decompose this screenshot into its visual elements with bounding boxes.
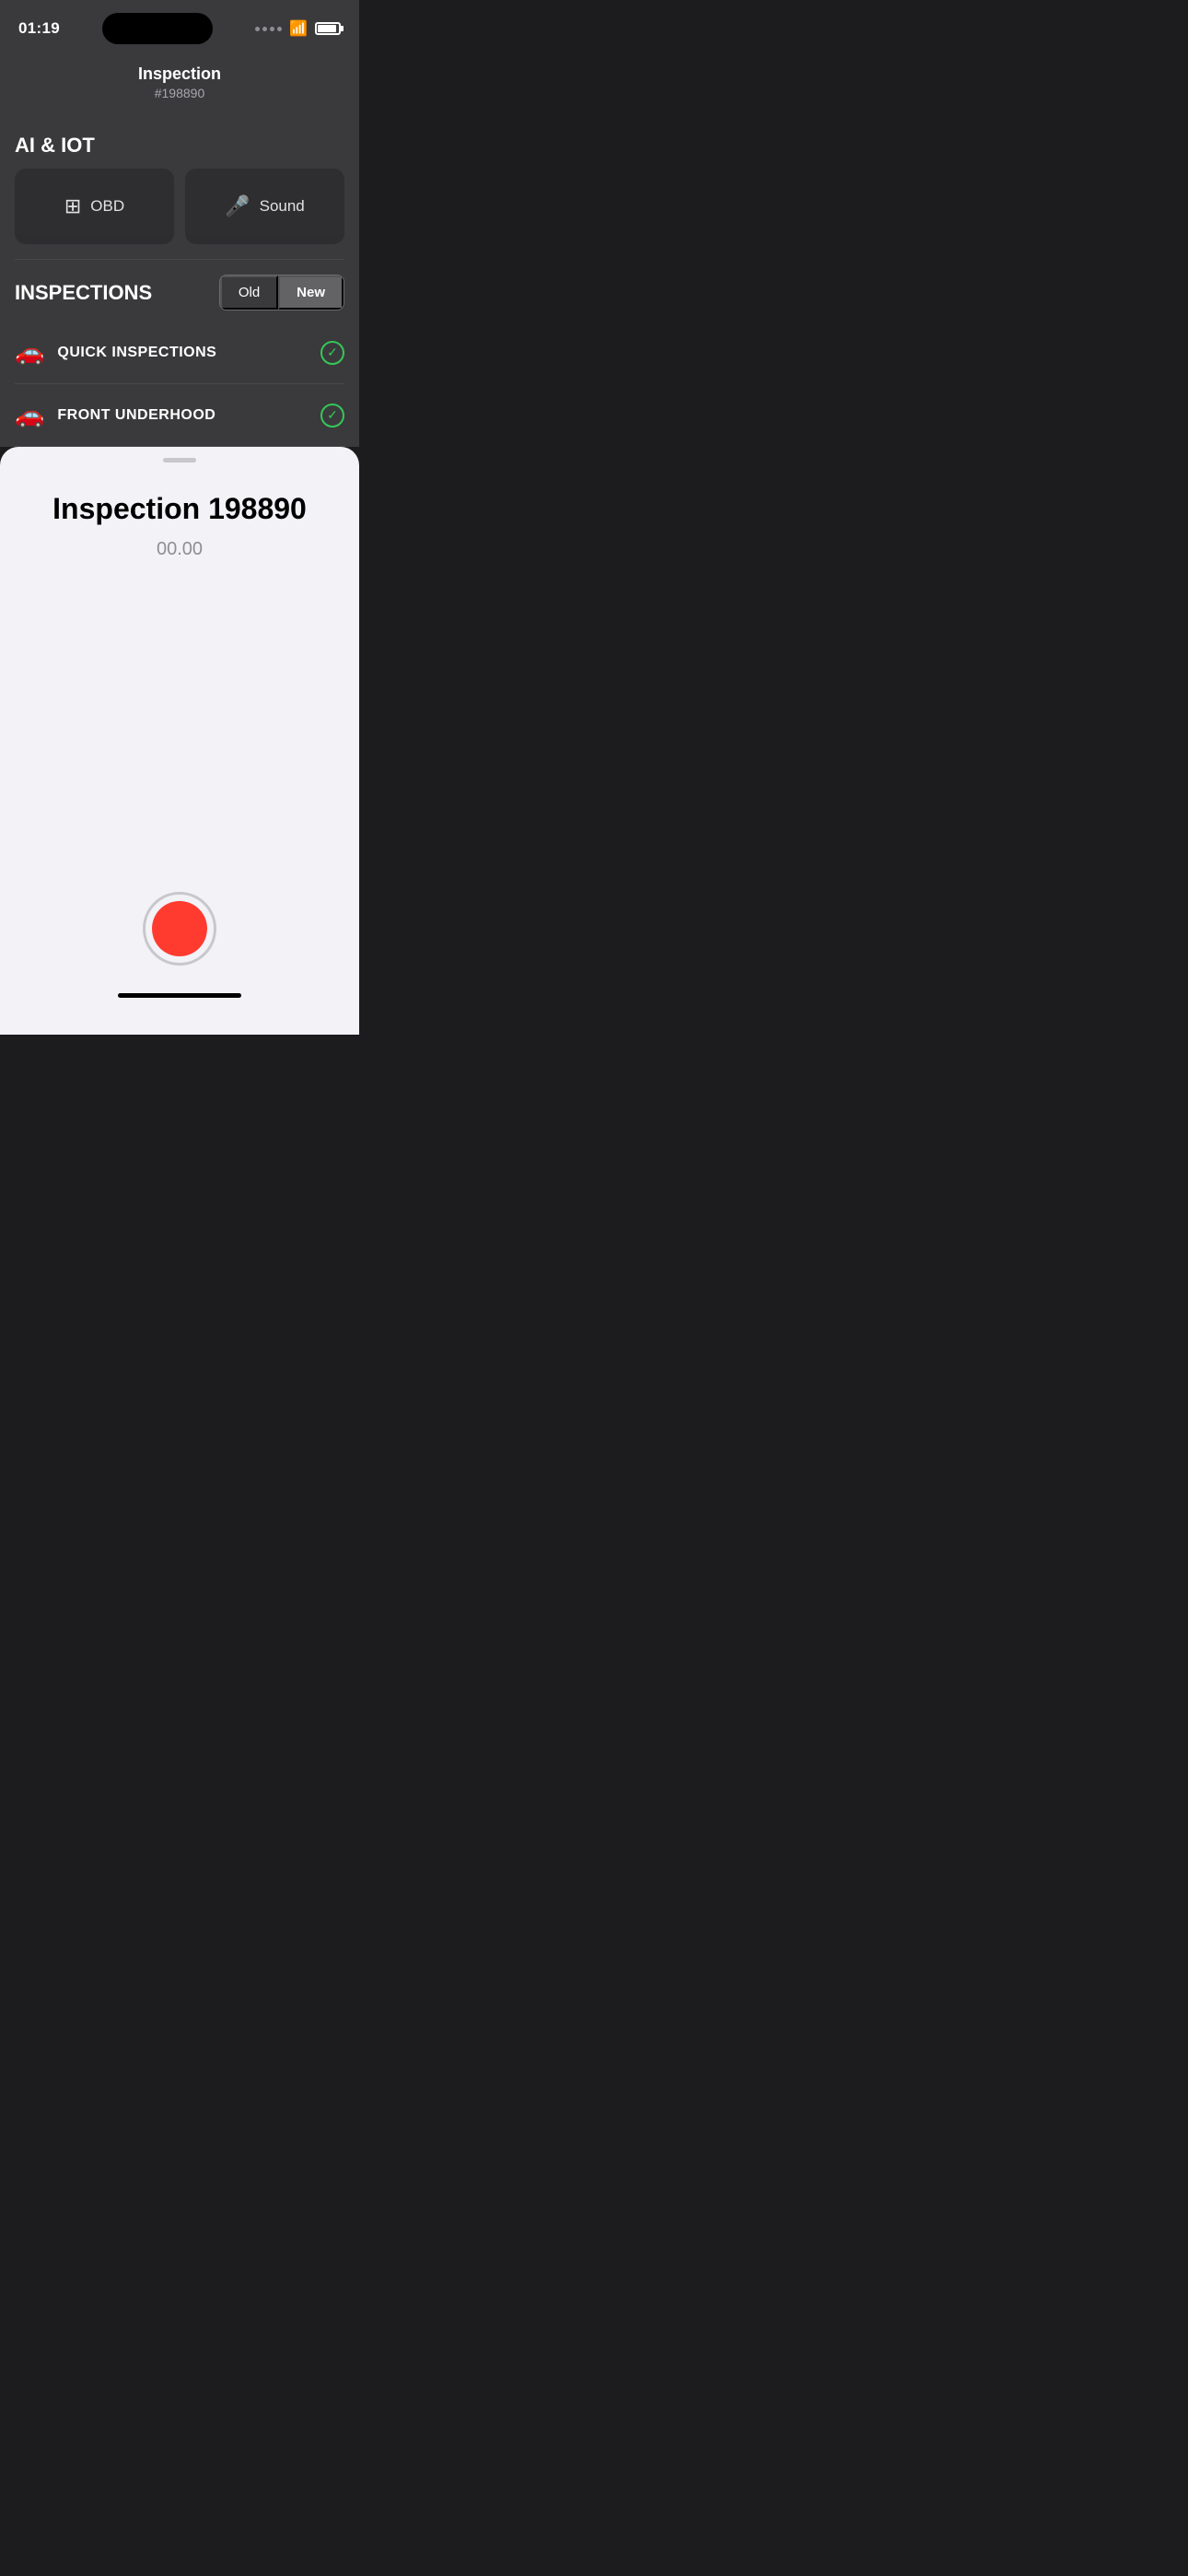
sound-card[interactable]: 🎤 Sound <box>185 169 344 244</box>
status-bar: 01:19 📶 <box>0 0 359 50</box>
ai-iot-cards: ⊞ OBD 🎤 Sound <box>15 169 344 259</box>
signal-icon <box>255 27 282 31</box>
inspection-row-quick[interactable]: 🚗 QUICK INSPECTIONS ✓ <box>15 322 344 384</box>
check-icon-front: ✓ <box>320 404 344 427</box>
inspection-row-front[interactable]: 🚗 FRONT UNDERHOOD ✓ <box>15 384 344 447</box>
nav-title: Inspection <box>18 64 341 84</box>
car-icon-front: 🚗 <box>15 401 44 429</box>
obd-icon: ⊞ <box>64 194 81 218</box>
bottom-sheet: Inspection 198890 00.00 <box>0 447 359 1035</box>
sheet-title: Inspection 198890 <box>22 492 337 526</box>
sound-label: Sound <box>260 197 305 216</box>
main-screen: Inspection #198890 AI & IOT ⊞ OBD 🎤 Soun… <box>0 50 359 447</box>
obd-label: OBD <box>90 197 124 216</box>
toggle-new-button[interactable]: New <box>278 275 344 310</box>
quick-inspections-label: QUICK INSPECTIONS <box>57 345 308 361</box>
toggle-old-button[interactable]: Old <box>220 275 278 310</box>
nav-subtitle: #198890 <box>18 86 341 100</box>
obd-card[interactable]: ⊞ OBD <box>15 169 174 244</box>
sheet-handle <box>163 458 196 463</box>
inspections-header: INSPECTIONS Old New <box>15 260 344 322</box>
home-indicator <box>118 993 241 998</box>
record-button-container <box>22 873 337 993</box>
wifi-icon: 📶 <box>289 19 308 38</box>
toggle-group: Old New <box>219 275 344 310</box>
inspections-section: INSPECTIONS Old New 🚗 QUICK INSPECTIONS … <box>0 260 359 447</box>
microphone-icon: 🎤 <box>225 194 250 218</box>
ai-iot-section: AI & IOT ⊞ OBD 🎤 Sound <box>0 119 359 259</box>
battery-icon <box>315 22 341 35</box>
nav-header: Inspection #198890 <box>0 50 359 119</box>
sheet-timer: 00.00 <box>22 539 337 560</box>
car-icon-quick: 🚗 <box>15 338 44 367</box>
check-icon-quick: ✓ <box>320 341 344 365</box>
front-underhood-label: FRONT UNDERHOOD <box>57 407 308 424</box>
ai-iot-title: AI & IOT <box>15 119 344 169</box>
record-button[interactable] <box>143 892 216 966</box>
inspections-title: INSPECTIONS <box>15 281 152 305</box>
dynamic-island <box>102 13 213 44</box>
status-icons: 📶 <box>255 19 341 38</box>
sheet-content-area <box>22 615 337 873</box>
record-button-inner <box>152 901 207 956</box>
status-time: 01:19 <box>18 19 60 38</box>
